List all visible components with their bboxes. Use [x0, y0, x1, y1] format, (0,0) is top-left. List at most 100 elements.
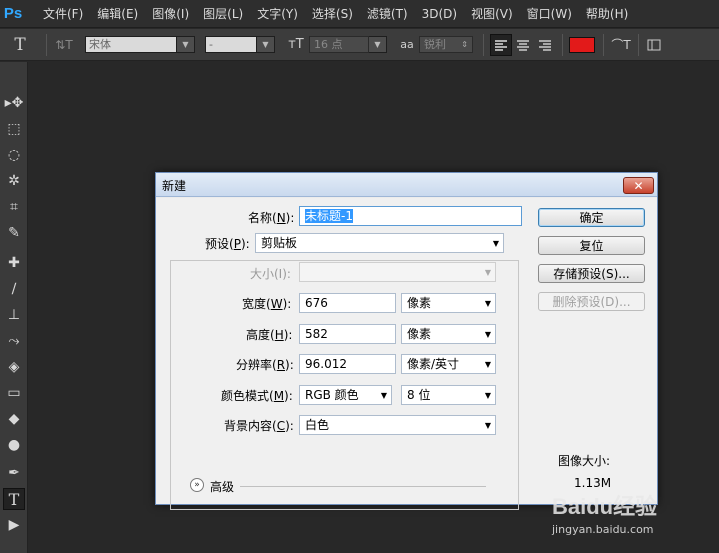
- gradient-tool-icon[interactable]: ▭: [3, 382, 25, 404]
- separator: [562, 33, 563, 56]
- chevron-down-icon[interactable]: ▼: [177, 36, 195, 53]
- background-value: 白色: [305, 418, 330, 432]
- label-key: N: [276, 211, 286, 225]
- separator: [46, 33, 47, 56]
- align-left-icon: [495, 39, 507, 51]
- height-unit-select[interactable]: 像素 ▼: [401, 324, 496, 344]
- type-tool-icon[interactable]: T: [0, 35, 40, 55]
- ok-button[interactable]: 确定: [538, 208, 645, 227]
- delete-preset-button: 删除预设(D)...: [538, 292, 645, 311]
- dialog-titlebar[interactable]: 新建 ✕: [156, 173, 657, 197]
- preset-select[interactable]: 剪贴板 ▼: [255, 233, 504, 253]
- lasso-tool-icon[interactable]: ◌: [3, 144, 25, 166]
- menu-help[interactable]: 帮助(H): [579, 0, 635, 28]
- size-select: ▼: [299, 262, 496, 282]
- menu-image[interactable]: 图像(I): [145, 0, 196, 28]
- text-color-swatch[interactable]: [569, 36, 595, 53]
- warp-text-icon[interactable]: ⌒T: [610, 36, 632, 53]
- menu-3d[interactable]: 3D(D): [415, 0, 464, 28]
- name-value: 未标题-1: [305, 209, 353, 223]
- menu-type[interactable]: 文字(Y): [250, 0, 305, 28]
- label-text: 颜色模式(: [221, 389, 274, 403]
- menu-layer[interactable]: 图层(L): [196, 0, 250, 28]
- healing-brush-tool-icon[interactable]: ✚: [3, 252, 25, 274]
- dodge-tool-icon[interactable]: ●: [3, 434, 25, 456]
- menu-select[interactable]: 选择(S): [305, 0, 360, 28]
- menu-view[interactable]: 视图(V): [464, 0, 520, 28]
- marquee-tool-icon[interactable]: ⬚: [3, 118, 25, 140]
- panels-toggle-icon[interactable]: [645, 39, 663, 51]
- blur-tool-icon[interactable]: ◆: [3, 408, 25, 430]
- reset-button[interactable]: 复位: [538, 236, 645, 255]
- width-unit-select[interactable]: 像素 ▼: [401, 293, 496, 313]
- label-text: ):: [285, 358, 294, 372]
- font-size-field[interactable]: 16 点: [309, 36, 369, 53]
- brush-tool-icon[interactable]: ∕: [3, 278, 25, 300]
- new-document-dialog: 新建 ✕ 名称(N): 未标题-1 预设(P): 剪贴板 ▼ 大小(I): ▼ 宽…: [155, 172, 658, 510]
- label-text: ):: [240, 237, 250, 251]
- label-key: W: [270, 297, 283, 311]
- magic-wand-tool-icon[interactable]: ✲: [3, 170, 25, 192]
- height-input[interactable]: 582: [299, 324, 396, 344]
- chevron-down-icon[interactable]: ▼: [257, 36, 275, 53]
- width-input[interactable]: 676: [299, 293, 396, 313]
- bit-depth-select[interactable]: 8 位 ▼: [401, 385, 496, 405]
- font-style-field[interactable]: -: [205, 36, 257, 53]
- history-brush-tool-icon[interactable]: ⤳: [3, 330, 25, 352]
- background-select[interactable]: 白色 ▼: [299, 415, 496, 435]
- menu-window[interactable]: 窗口(W): [520, 0, 579, 28]
- preset-value: 剪贴板: [261, 236, 298, 250]
- color-mode-label: 颜色模式(M):: [221, 387, 293, 404]
- label-key: H: [274, 328, 284, 342]
- font-size-icon: тT: [288, 37, 304, 52]
- close-button[interactable]: ✕: [623, 177, 654, 194]
- label-text: ):: [285, 211, 295, 225]
- advanced-toggle[interactable]: »: [190, 478, 204, 492]
- eyedropper-tool-icon[interactable]: ✎: [3, 222, 25, 244]
- panels-icon: [647, 39, 661, 50]
- options-bar: T ⇅T 宋体 ▼ - ▼ тT 16 点 ▼ aa 锐利 ⇕ ⌒T: [0, 29, 719, 61]
- type-tool-icon[interactable]: T: [3, 488, 25, 510]
- antialias-value: 锐利: [424, 38, 446, 51]
- font-family-field[interactable]: 宋体: [85, 36, 177, 53]
- label-key: M: [273, 389, 285, 403]
- path-selection-tool-icon[interactable]: ▶: [3, 514, 25, 536]
- label-key: R: [276, 358, 286, 372]
- save-preset-button[interactable]: 存储预设(S)...: [538, 264, 645, 283]
- chevron-down-icon: ▼: [484, 299, 491, 308]
- menu-filter[interactable]: 滤镜(T): [360, 0, 415, 28]
- label-text: 分辨率(: [236, 358, 277, 372]
- resolution-label: 分辨率(R):: [236, 356, 294, 373]
- align-left-button[interactable]: [490, 33, 512, 56]
- clone-stamp-tool-icon[interactable]: ⊥: [3, 304, 25, 326]
- image-size-value: 1.13M: [574, 476, 612, 490]
- resolution-unit-select[interactable]: 像素/英寸 ▼: [401, 354, 496, 374]
- height-unit-value: 像素: [407, 327, 432, 341]
- label-text: ):: [283, 328, 293, 342]
- text-orientation-icon[interactable]: ⇅T: [53, 38, 75, 52]
- antialias-field[interactable]: 锐利 ⇕: [419, 36, 473, 53]
- updown-icon: ⇕: [461, 40, 468, 49]
- resolution-input[interactable]: 96.012: [299, 354, 396, 374]
- align-right-icon: [539, 39, 551, 51]
- move-tool-icon[interactable]: ▸✥: [3, 92, 25, 114]
- eraser-tool-icon[interactable]: ◈: [3, 356, 25, 378]
- align-center-button[interactable]: [512, 34, 534, 56]
- crop-tool-icon[interactable]: ⌗: [3, 196, 25, 218]
- chevron-down-icon: ▼: [492, 239, 499, 248]
- color-mode-value: RGB 颜色: [305, 388, 359, 402]
- label-text: 背景内容(: [224, 419, 277, 433]
- pen-tool-icon[interactable]: ✒: [3, 462, 25, 484]
- separator: [483, 33, 484, 56]
- bit-depth-value: 8 位: [407, 388, 431, 402]
- color-mode-select[interactable]: RGB 颜色 ▼: [299, 385, 392, 405]
- baidu-watermark: Baidu经验 jingyan.baidu.com: [552, 489, 657, 536]
- chevron-down-icon: ▼: [484, 330, 491, 339]
- align-right-button[interactable]: [534, 34, 556, 56]
- height-label: 高度(H):: [246, 326, 292, 343]
- name-input[interactable]: 未标题-1: [299, 206, 522, 226]
- chevron-down-icon[interactable]: ▼: [369, 36, 387, 53]
- menu-edit[interactable]: 编辑(E): [90, 0, 145, 28]
- menu-file[interactable]: 文件(F): [36, 0, 90, 28]
- antialias-icon: aa: [400, 38, 414, 51]
